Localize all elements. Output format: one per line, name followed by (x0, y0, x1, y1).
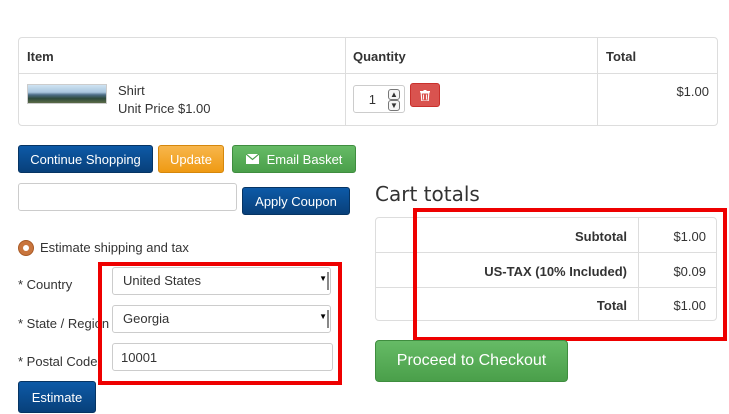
apply-coupon-button[interactable]: Apply Coupon (242, 187, 350, 215)
product-thumbnail[interactable] (27, 84, 107, 104)
table-divider (19, 73, 717, 74)
unit-price: Unit Price $1.00 (118, 101, 211, 116)
cart-table: Item Quantity Total Shirt Unit Price $1.… (18, 37, 718, 126)
coupon-input[interactable] (18, 183, 237, 211)
column-divider (597, 38, 598, 125)
increment-icon[interactable]: ▲ (388, 89, 400, 100)
proceed-to-checkout-button[interactable]: Proceed to Checkout (375, 340, 568, 382)
update-button[interactable]: Update (158, 145, 224, 173)
country-label: * Country (18, 277, 73, 292)
quantity-stepper[interactable]: 1 ▲ ▼ (353, 85, 405, 113)
header-quantity: Quantity (353, 49, 406, 64)
shipping-heading: Estimate shipping and tax (40, 240, 189, 255)
state-label: * State / Region (18, 316, 110, 331)
envelope-icon (245, 154, 259, 164)
estimate-label: Estimate (31, 389, 83, 405)
email-basket-button[interactable]: Email Basket (232, 145, 356, 173)
header-total: Total (606, 49, 637, 64)
decrement-icon[interactable]: ▼ (388, 100, 400, 111)
cart-totals-title: Cart totals (375, 182, 480, 206)
email-basket-label: Email Basket (266, 151, 343, 167)
trash-icon (420, 89, 430, 101)
remove-item-button[interactable] (410, 83, 440, 107)
column-divider (345, 38, 346, 125)
proceed-to-checkout-label: Proceed to Checkout (396, 352, 547, 369)
product-name[interactable]: Shirt (118, 83, 145, 98)
continue-shopping-button[interactable]: Continue Shopping (18, 145, 153, 173)
header-item: Item (27, 49, 54, 64)
shipping-radio[interactable] (18, 240, 34, 256)
continue-shopping-label: Continue Shopping (30, 151, 141, 167)
update-label: Update (170, 151, 212, 167)
estimate-button[interactable]: Estimate (18, 381, 96, 413)
quantity-value: 1 (368, 92, 376, 107)
apply-coupon-label: Apply Coupon (255, 193, 337, 209)
highlight-box (98, 262, 342, 385)
highlight-box (413, 208, 727, 341)
row-total: $1.00 (676, 84, 709, 99)
postal-code-label: * Postal Code (18, 354, 98, 369)
